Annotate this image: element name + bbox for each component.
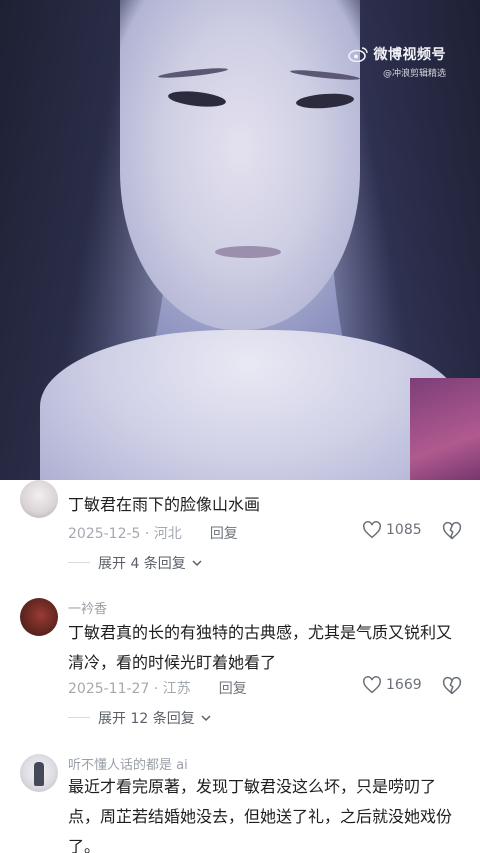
divider [68, 562, 90, 563]
heart-icon [363, 676, 381, 694]
weibo-logo-icon [347, 47, 368, 62]
avatar-figure [34, 762, 44, 786]
avatar[interactable] [20, 598, 58, 636]
video-player[interactable]: 微博视频号 @冲浪剪辑精选 [0, 0, 480, 480]
like-button[interactable]: 1085 [362, 521, 422, 539]
heart-icon [363, 521, 381, 539]
expand-replies-button[interactable]: 展开 4 条回复 [98, 553, 202, 573]
broken-heart-icon[interactable] [442, 676, 462, 696]
comment-date-location: 2025-12-5 · 河北 [68, 526, 182, 542]
comment-username[interactable]: 一衿香 [68, 598, 107, 617]
comment-text: 丁敏君在雨下的脸像山水画 [68, 495, 261, 514]
reply-button[interactable]: 回复 [219, 678, 247, 698]
like-count: 1085 [386, 522, 422, 538]
watermark-handle: @冲浪剪辑精选 [382, 69, 446, 79]
comment-text: 最近才看完原著，发现丁敏君没这么坏，只是唠叨了点，周芷若结婚她没去，但她送了礼，… [68, 777, 453, 853]
chevron-down-icon [192, 560, 202, 567]
watermark-title: 微博视频号 [373, 47, 446, 63]
video-frame-robe [40, 330, 460, 480]
expand-replies-button[interactable]: 展开 12 条回复 [98, 708, 211, 728]
video-frame-sash [410, 378, 480, 480]
weibo-watermark: 微博视频号 @冲浪剪辑精选 [347, 44, 446, 79]
comment-username[interactable]: 听不懂人话的都是 ai [68, 754, 188, 773]
expand-replies-label: 展开 4 条回复 [98, 556, 186, 572]
comment-meta: 2025-11-27 · 江苏 回复 [68, 678, 247, 698]
expand-replies-label: 展开 12 条回复 [98, 711, 195, 727]
avatar[interactable] [20, 754, 58, 792]
comment-meta: 2025-12-5 · 河北 回复 [68, 523, 238, 543]
avatar[interactable] [20, 480, 58, 518]
broken-heart-icon[interactable] [442, 521, 462, 541]
video-frame-face [120, 0, 360, 330]
chevron-down-icon [201, 715, 211, 722]
reply-button[interactable]: 回复 [210, 523, 238, 543]
divider [68, 717, 90, 718]
comment-text: 丁敏君真的长的有独特的古典感，尤其是气质又锐利又清冷，看的时候光盯着她看了 [68, 623, 453, 672]
like-count: 1669 [386, 677, 422, 693]
like-button[interactable]: 1669 [362, 676, 422, 694]
comment-date-location: 2025-11-27 · 江苏 [68, 681, 191, 697]
video-frame-mouth [215, 246, 281, 258]
